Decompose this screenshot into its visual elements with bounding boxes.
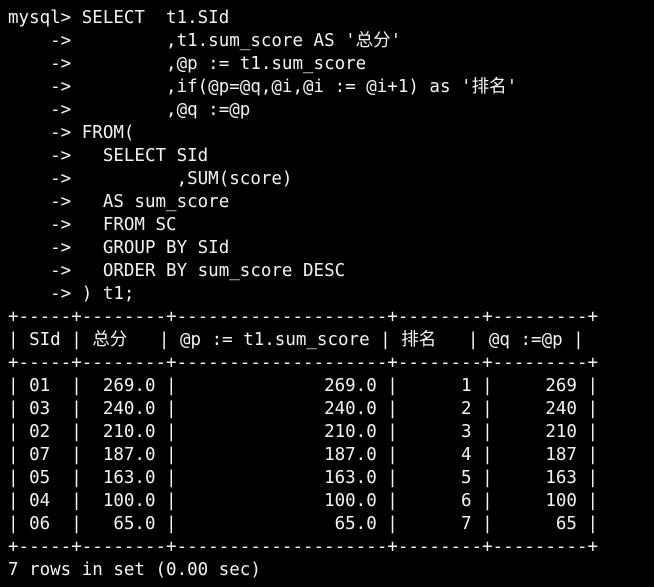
table-border-top: +-----+--------+--------------------+---… <box>8 307 599 327</box>
query-line: -> ) t1; <box>8 284 135 304</box>
table-row: | 05 | 163.0 | 163.0 | 5 | 163 | <box>8 468 599 488</box>
table-header: | SId | 总分 | @p := t1.sum_score | 排名 | @… <box>8 330 584 350</box>
table-row: | 04 | 100.0 | 100.0 | 6 | 100 | <box>8 491 599 511</box>
table-border-bottom: +-----+--------+--------------------+---… <box>8 537 599 557</box>
table-row: | 03 | 240.0 | 240.0 | 2 | 240 | <box>8 399 599 419</box>
table-row: | 06 | 65.0 | 65.0 | 7 | 65 | <box>8 514 599 534</box>
query-line: -> SELECT SId <box>8 146 209 166</box>
table-row: | 02 | 210.0 | 210.0 | 3 | 210 | <box>8 422 599 442</box>
terminal-window[interactable]: mysql> SELECT t1.SId -> ,t1.sum_score AS… <box>0 0 654 587</box>
query-line: mysql> SELECT t1.SId <box>8 8 230 28</box>
query-line: -> ,t1.sum_score AS '总分' <box>8 31 402 51</box>
query-line: -> ,@p := t1.sum_score <box>8 54 367 74</box>
table-row: | 01 | 269.0 | 269.0 | 1 | 269 | <box>8 376 599 396</box>
query-line: -> FROM SC <box>8 215 177 235</box>
query-line: -> ,@q :=@p <box>8 100 251 120</box>
query-line: -> ORDER BY sum_score DESC <box>8 261 346 281</box>
query-line: -> AS sum_score <box>8 192 230 212</box>
table-row: | 07 | 187.0 | 187.0 | 4 | 187 | <box>8 445 599 465</box>
table-border-mid: +-----+--------+--------------------+---… <box>8 353 599 373</box>
query-line: -> GROUP BY SId <box>8 238 230 258</box>
status-line: 7 rows in set (0.00 sec) <box>8 560 261 580</box>
query-line: -> ,SUM(score) <box>8 169 293 189</box>
query-line: -> FROM( <box>8 123 135 143</box>
query-line: -> ,if(@p=@q,@i,@i := @i+1) as '排名' <box>8 77 518 97</box>
